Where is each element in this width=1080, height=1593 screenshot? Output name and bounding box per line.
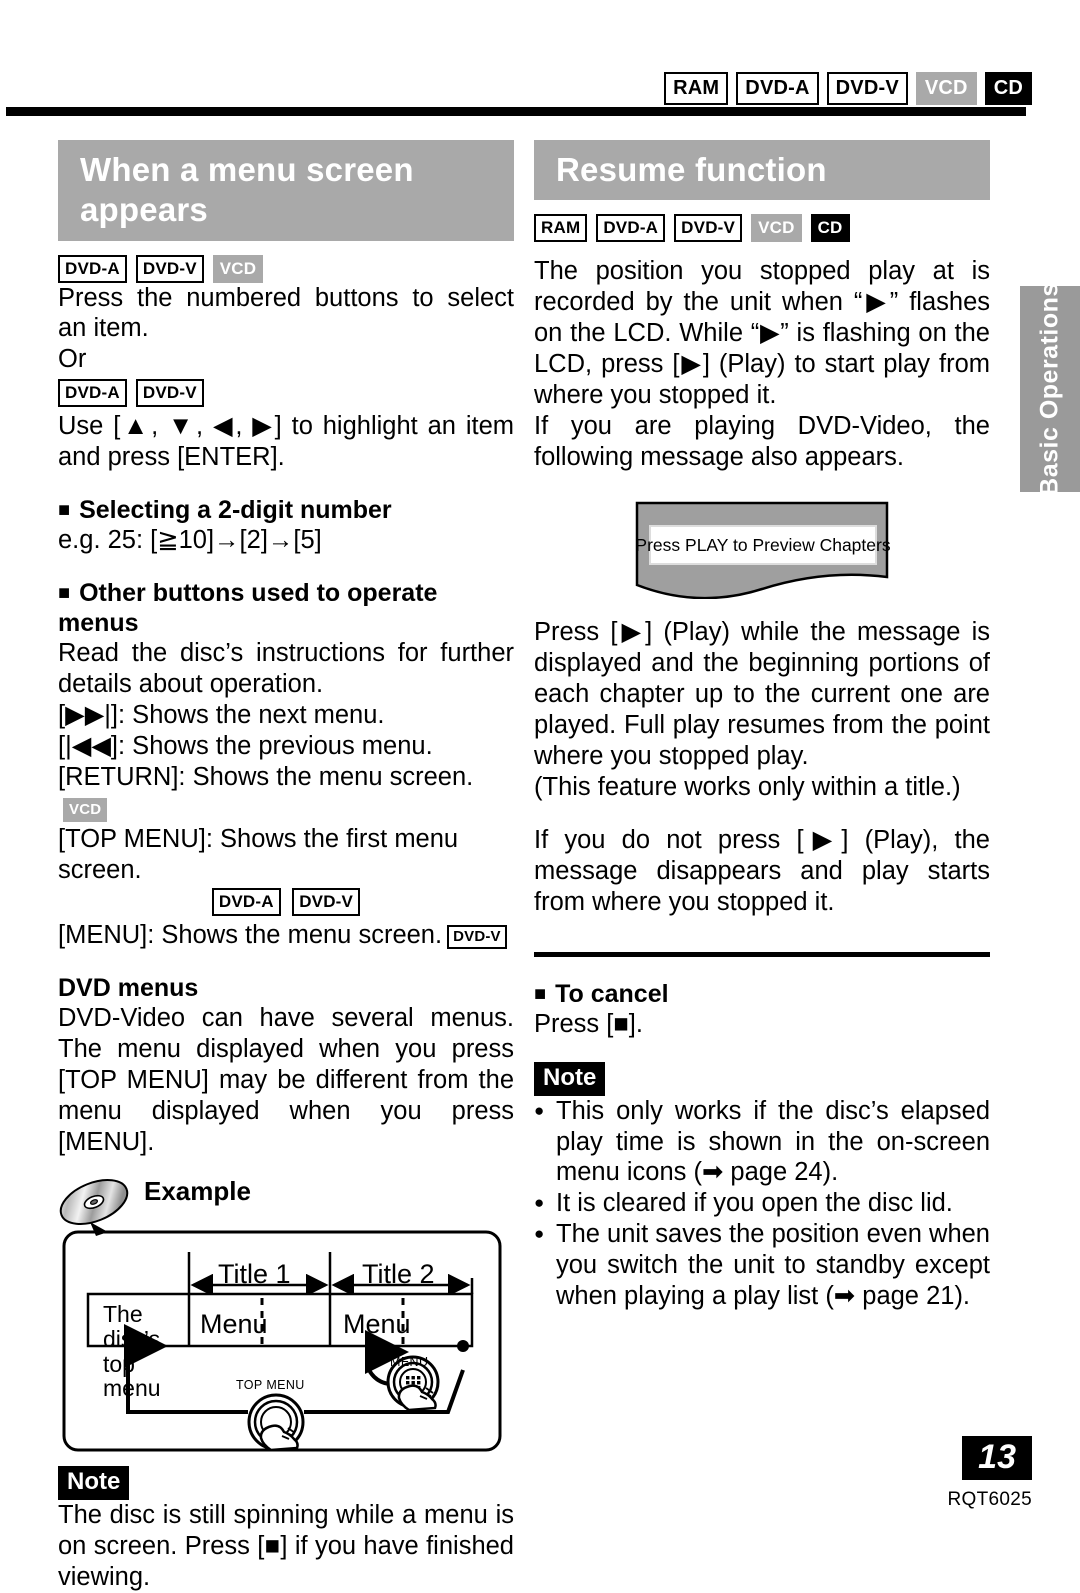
disc-badge-dvd-v: DVD-V [135, 379, 204, 408]
disc-badge-cd: CD [810, 214, 850, 243]
right-badge-row: RAM DVD-A DVD-V VCD CD [534, 214, 990, 243]
disc-badge-vcd: VCD [751, 214, 802, 243]
list-item: This only works if the disc’s elapsed pl… [534, 1096, 990, 1189]
top-menu-button-illustration [247, 1393, 305, 1452]
on-screen-message-box: Press PLAY to Preview Chapters [635, 525, 891, 566]
on-screen-message-illustration: Press PLAY to Preview Chapters [633, 499, 891, 600]
header-divider-rule [6, 107, 1026, 116]
right-paragraph-2: If you are playing DVD-Video, the follow… [534, 412, 990, 472]
disc-badge-dvd-v: DVD-V [135, 254, 204, 283]
left-paragraph-3: Read the disc’s instructions for further… [58, 639, 514, 699]
disc-badge-vcd: VCD [212, 254, 264, 283]
disc-badge-dvd-a: DVD-A [58, 254, 127, 283]
page-title-left: When a menu screen appears [58, 140, 514, 241]
example-disc-top-menu-label: The disc’s top menu [103, 1300, 161, 1402]
to-cancel-text: Press [■]. [534, 1009, 643, 1038]
button-next-menu-line: [▶▶|]: Shows the next menu. [58, 701, 385, 730]
disc-badge-vcd: VCD [63, 798, 108, 823]
list-item: The unit saves the position even when yo… [534, 1219, 990, 1312]
left-badge-row-2: DVD-A DVD-V [58, 379, 514, 408]
disc-badge-dvd-a: DVD-A [596, 214, 666, 243]
disc-badge-dvd-a: DVD-A [58, 379, 127, 408]
note-tag: Note [58, 1465, 130, 1500]
right-paragraph-3: Press [▶] (Play) while the message is di… [534, 618, 990, 770]
disc-badge-ram: RAM [534, 214, 588, 243]
button-top-menu-line: [TOP MENU]: Shows the first menu screen. [58, 825, 459, 885]
right-paragraph-5: If you do not press [▶] (Play), the mess… [534, 825, 990, 916]
disc-badge-dvd-v: DVD-V [292, 888, 361, 917]
example-menu-cell-2: Menu [343, 1308, 411, 1339]
side-tab-label: Basic Operations [1035, 282, 1064, 496]
left-column: When a menu screen appears DVD-A DVD-V V… [58, 140, 514, 1593]
example-title-1-label: Title 1 [218, 1258, 291, 1289]
list-item: It is cleared if you open the disc lid. [534, 1188, 990, 1219]
left-paragraph-1: Press the numbered buttons to select an … [58, 283, 514, 343]
subheading-to-cancel: To cancel [534, 979, 990, 1009]
disc-badge-dvd-v: DVD-V [826, 72, 908, 105]
right-paragraph-4: (This feature works only within a title.… [534, 772, 961, 801]
page-title-right: Resume function [534, 140, 990, 201]
left-or-text: Or [58, 345, 87, 374]
disc-type-badge-row-header: RAM DVD-A DVD-V VCD CD [664, 72, 1032, 105]
example-2-digit-sequence: e.g. 25: [≧10]→[2]→[5] [58, 526, 322, 555]
example-top-menu-button-label: TOP MENU [236, 1377, 305, 1392]
left-badge-row: DVD-A DVD-V VCD [58, 254, 514, 283]
right-paragraph-1: The position you stopped play at is reco… [534, 257, 990, 410]
example-diagram: Example The disc’s top menu Title 1 Titl… [58, 1174, 514, 1464]
left-note-text: The disc is still spinning while a menu … [58, 1500, 514, 1591]
right-note-list: This only works if the disc’s elapsed pl… [534, 1096, 990, 1313]
left-paragraph-4: DVD-Video can have several menus. The me… [58, 1004, 514, 1156]
button-return-text: [RETURN]: Shows the menu screen. [58, 763, 474, 792]
note-tag: Note [534, 1061, 606, 1096]
example-title-2-label: Title 2 [362, 1258, 435, 1289]
disc-badge-dvd-v: DVD-V [447, 925, 507, 950]
page-number: 13 [962, 1435, 1032, 1480]
disc-badge-dvd-a: DVD-A [736, 72, 819, 105]
left-paragraph-2: Use [▲, ▼, ◀, ▶] to highlight an item an… [58, 412, 514, 472]
example-menu-button-label: MENU [390, 1354, 429, 1369]
right-column: Resume function RAM DVD-A DVD-V VCD CD T… [534, 140, 990, 1312]
disc-badge-dvd-a: DVD-A [211, 888, 281, 917]
subheading-other-buttons: Other buttons used to operate menus [58, 578, 514, 638]
button-return-line: [RETURN]: Shows the menu screen. VCD [58, 762, 514, 824]
subheading-selecting-2-digit: Selecting a 2-digit number [58, 495, 514, 525]
subheading-dvd-menus: DVD menus [58, 974, 199, 1003]
disc-badge-cd: CD [984, 72, 1032, 105]
top-menu-badge-row: DVD-A DVD-V [58, 888, 514, 917]
button-prev-menu-line: [|◀◀]: Shows the previous menu. [58, 732, 433, 761]
document-code: RQT6025 [947, 1489, 1032, 1510]
disc-badge-dvd-v: DVD-V [674, 214, 743, 243]
disc-badge-vcd: VCD [915, 72, 977, 105]
disc-badge-ram: RAM [664, 72, 729, 105]
on-screen-message-text: Press PLAY to Preview Chapters [635, 534, 891, 555]
button-menu-line: [MENU]: Shows the menu screen. DVD-V [58, 920, 514, 951]
left-note-block: Note The disc is still spinning while a … [58, 1465, 514, 1593]
side-tab-basic-operations: Basic Operations [1020, 282, 1080, 496]
example-menu-cell-1: Menu [200, 1308, 268, 1339]
disc-icon [59, 1178, 129, 1225]
button-menu-text: [MENU]: Shows the menu screen. [58, 921, 443, 950]
